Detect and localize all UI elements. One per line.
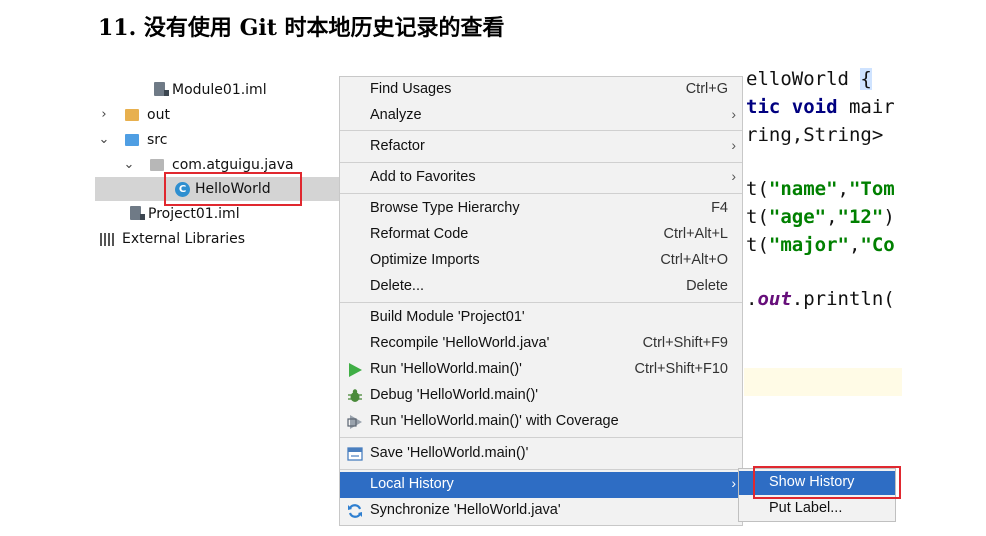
code-string: "Tom [848, 178, 895, 200]
menu-item-analyze[interactable]: Analyze › [340, 103, 742, 129]
code-text: t( [746, 206, 769, 228]
menu-separator [340, 302, 742, 303]
code-text: .println( [791, 288, 895, 310]
chevron-right-icon: › [731, 475, 736, 491]
menu-item-shortcut: Ctrl+Alt+L [663, 226, 728, 242]
menu-item-label: Analyze [370, 107, 422, 123]
tree-item-out[interactable]: › out [95, 103, 340, 127]
tree-item-label: Module01.iml [172, 82, 267, 98]
menu-item-shortcut: Ctrl+Shift+F10 [634, 361, 729, 377]
menu-item-add-favorites[interactable]: Add to Favorites › [340, 165, 742, 191]
menu-item-label: Run 'HelloWorld.main()' [370, 361, 522, 377]
menu-separator [340, 130, 742, 131]
menu-item-refactor[interactable]: Refactor › [340, 134, 742, 160]
chevron-right-icon: › [731, 106, 736, 122]
chevron-right-icon[interactable]: › [98, 103, 110, 127]
source-folder-icon [125, 134, 139, 146]
menu-item-browse-hierarchy[interactable]: Browse Type Hierarchy F4 [340, 196, 742, 222]
code-text: , [848, 234, 861, 256]
menu-item-shortcut: F4 [711, 200, 728, 216]
menu-item-shortcut: Ctrl+G [685, 81, 728, 97]
menu-item-run-coverage[interactable]: Run 'HelloWorld.main()' with Coverage [340, 409, 742, 435]
menu-item-label: Add to Favorites [370, 169, 476, 185]
save-config-icon [347, 447, 363, 461]
menu-item-label: Run 'HelloWorld.main()' with Coverage [370, 413, 619, 429]
menu-item-optimize-imports[interactable]: Optimize Imports Ctrl+Alt+O [340, 248, 742, 274]
code-keyword: tic void [746, 96, 849, 118]
code-brace: { [860, 68, 872, 90]
tree-item-label: src [147, 132, 168, 148]
menu-item-label: Build Module 'Project01' [370, 309, 525, 325]
debug-bug-icon [348, 389, 362, 402]
code-text: t( [746, 234, 769, 256]
menu-item-delete[interactable]: Delete... Delete [340, 274, 742, 300]
highlight-box-show-history [753, 466, 901, 499]
menu-item-save[interactable]: Save 'HelloWorld.main()' [340, 441, 742, 467]
menu-item-put-label[interactable]: Put Label... [739, 497, 895, 521]
menu-item-label: Debug 'HelloWorld.main()' [370, 387, 539, 403]
code-text: mair [848, 96, 895, 118]
menu-item-local-history[interactable]: Local History › [340, 472, 742, 498]
menu-item-label: Find Usages [370, 81, 452, 97]
coverage-icon [347, 415, 362, 429]
code-field: out [757, 288, 792, 310]
menu-item-debug[interactable]: Debug 'HelloWorld.main()' [340, 383, 742, 409]
highlight-box-helloworld [164, 172, 302, 206]
synchronize-icon [348, 504, 362, 518]
menu-item-label: Synchronize 'HelloWorld.java' [370, 502, 561, 518]
menu-item-label: Delete... [370, 278, 424, 294]
menu-separator [340, 162, 742, 163]
code-text: ) [883, 206, 895, 228]
chevron-down-icon[interactable]: ⌄ [98, 128, 110, 152]
menu-item-run[interactable]: Run 'HelloWorld.main()' Ctrl+Shift+F10 [340, 357, 742, 383]
menu-item-label: Local History [370, 476, 454, 492]
menu-separator [340, 469, 742, 470]
menu-item-label: Reformat Code [370, 226, 469, 242]
chevron-right-icon: › [731, 168, 736, 184]
menu-item-label: Optimize Imports [370, 252, 480, 268]
menu-item-label: Recompile 'HelloWorld.java' [370, 335, 550, 351]
current-line-highlight [744, 368, 902, 396]
menu-item-shortcut: Delete [686, 278, 728, 294]
folder-icon [125, 109, 139, 121]
code-text: . [746, 288, 758, 310]
menu-separator [340, 193, 742, 194]
menu-item-label: Refactor [370, 138, 425, 154]
code-string: "name" [768, 178, 838, 200]
menu-item-reformat-code[interactable]: Reformat Code Ctrl+Alt+L [340, 222, 742, 248]
iml-file-icon [154, 82, 169, 96]
menu-item-shortcut: Ctrl+Alt+O [660, 252, 728, 268]
run-icon [349, 363, 362, 377]
menu-item-label: Browse Type Hierarchy [370, 200, 520, 216]
code-string: "age" [768, 206, 827, 228]
package-icon [150, 159, 164, 171]
menu-item-find-usages[interactable]: Find Usages Ctrl+G [340, 77, 742, 103]
code-string: "12" [837, 206, 884, 228]
code-string: "major" [768, 234, 849, 256]
code-text: t( [746, 178, 769, 200]
page-heading: 11. 没有使用 Git 时本地历史记录的查看 [98, 15, 505, 41]
code-text: , [837, 178, 849, 200]
menu-separator [340, 437, 742, 438]
code-text: ring,String> [746, 124, 884, 146]
code-editor[interactable]: elloWorld { tic void mair ring,String> t… [744, 60, 902, 360]
menu-item-label: Put Label... [769, 500, 843, 516]
menu-item-label: Save 'HelloWorld.main()' [370, 445, 529, 461]
chevron-down-icon[interactable]: ⌄ [123, 153, 135, 177]
chevron-right-icon: › [731, 137, 736, 153]
menu-item-synchronize[interactable]: Synchronize 'HelloWorld.java' [340, 498, 742, 524]
menu-item-recompile[interactable]: Recompile 'HelloWorld.java' Ctrl+Shift+F… [340, 331, 742, 357]
iml-file-icon [130, 206, 145, 220]
tree-item-label: External Libraries [122, 231, 245, 247]
context-menu: Find Usages Ctrl+G Analyze › Refactor › … [339, 76, 743, 526]
library-icon [100, 233, 116, 246]
tree-item-label: out [147, 107, 170, 123]
tree-item-src[interactable]: ⌄ src [95, 128, 340, 152]
code-string: "Co [860, 234, 895, 256]
menu-item-shortcut: Ctrl+Shift+F9 [642, 335, 728, 351]
code-text: elloWorld [746, 68, 861, 90]
code-text: , [826, 206, 838, 228]
menu-item-build-module[interactable]: Build Module 'Project01' [340, 305, 742, 331]
